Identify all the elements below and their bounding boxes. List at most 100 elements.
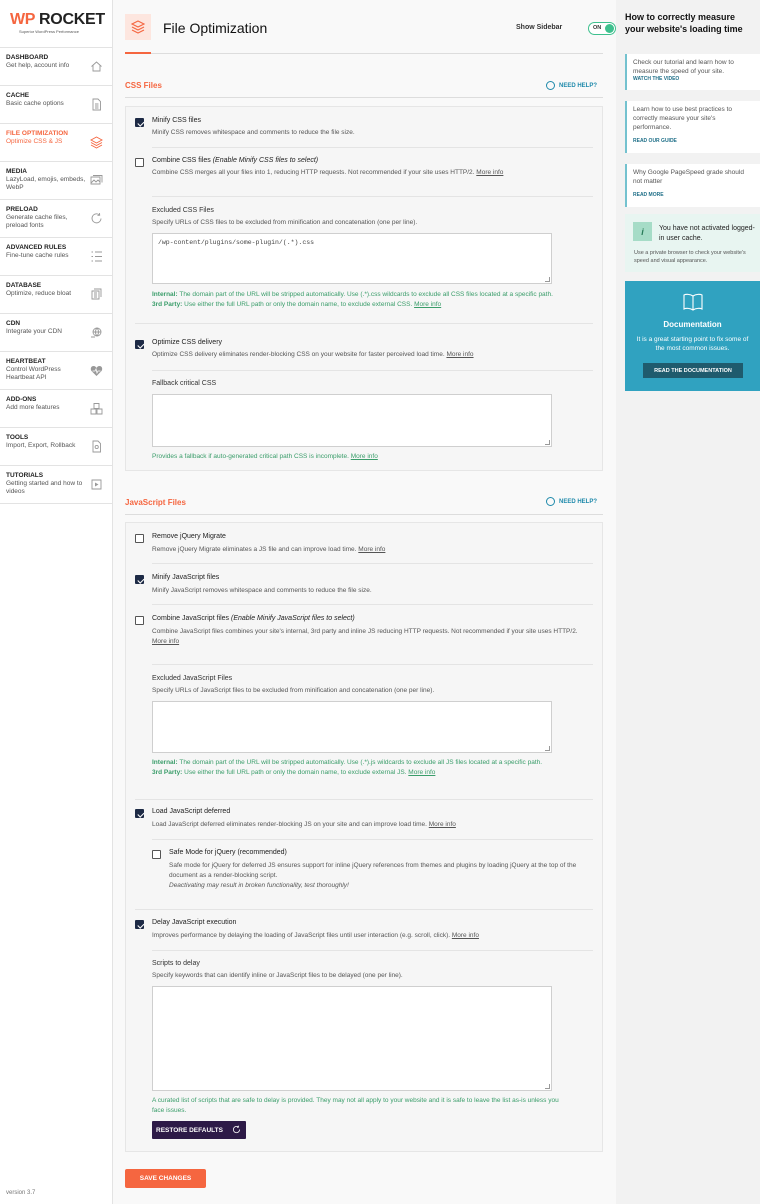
resize-handle[interactable] — [545, 277, 550, 282]
defer-js-desc: Load JavaScript deferred eliminates rend… — [152, 820, 592, 830]
sidebar-item-subtitle: Add more features — [6, 404, 60, 411]
sidebar: WP ROCKET Superior WordPress Performance… — [0, 0, 113, 1204]
defer-js-checkbox[interactable] — [135, 809, 144, 818]
excluded-js-more-info[interactable]: More info — [408, 769, 435, 776]
sidebar-item-dashboard[interactable]: DASHBOARD Get help, account info — [0, 48, 112, 86]
restore-defaults-button[interactable]: RESTORE DEFAULTS — [152, 1121, 246, 1139]
js-need-help-link[interactable]: NEED HELP? — [546, 497, 597, 506]
sidebar-item-tools[interactable]: TOOLS Import, Export, Rollback — [0, 428, 112, 466]
safe-mode-checkbox[interactable] — [152, 850, 161, 859]
divider — [152, 604, 593, 605]
third-party-label: 3rd Party: — [152, 769, 183, 776]
css-need-help-link[interactable]: NEED HELP? — [546, 81, 597, 90]
read-guide-link[interactable]: READ OUR GUIDE — [633, 138, 754, 144]
resize-handle[interactable] — [545, 746, 550, 751]
remove-jquery-checkbox[interactable] — [135, 534, 144, 543]
minify-js-checkbox[interactable] — [135, 575, 144, 584]
resize-handle[interactable] — [545, 1084, 550, 1089]
delay-js-checkbox[interactable] — [135, 920, 144, 929]
defer-js-more-info[interactable]: More info — [429, 821, 456, 828]
info-icon: i — [633, 222, 652, 241]
addons-icon — [90, 403, 103, 415]
sidebar-item-database[interactable]: DATABASE Optimize, reduce bloat — [0, 276, 112, 314]
scripts-delay-note: A curated list of scripts that are safe … — [152, 1097, 559, 1114]
sidebar-item-media[interactable]: MEDIA LazyLoad, emojis, embeds, WebP — [0, 162, 112, 200]
help-sidebar: How to correctly measure your website's … — [616, 0, 760, 1204]
sidebar-item-subtitle: Fine-tune cache rules — [6, 252, 69, 259]
excluded-js-label: Excluded JavaScript Files — [152, 675, 233, 682]
fallback-more-info[interactable]: More info — [351, 453, 378, 460]
minify-css-checkbox[interactable] — [135, 118, 144, 127]
combine-js-label-hint: (Enable Minify JavaScript files to selec… — [230, 615, 355, 622]
nav-list: DASHBOARD Get help, account info CACHE Basi… — [0, 48, 112, 504]
delay-js-more-info[interactable]: More info — [452, 932, 479, 939]
logged-in-cache-notice: i You have not activated logged-in user … — [625, 214, 760, 272]
read-documentation-button[interactable]: READ THE DOCUMENTATION — [643, 363, 743, 378]
combine-css-label-text: Combine CSS files — [152, 157, 213, 164]
sidebar-item-file-optimization[interactable]: FILE OPTIMIZATION Optimize CSS & JS — [0, 124, 112, 162]
combine-js-checkbox[interactable] — [135, 616, 144, 625]
database-icon — [91, 288, 102, 300]
toggle-state: ON — [593, 25, 602, 31]
help-card-pagespeed: Why Google PageSpeed grade should not ma… — [625, 164, 760, 207]
resize-handle[interactable] — [545, 440, 550, 445]
cdn-icon — [91, 327, 102, 338]
minify-js-label: Minify JavaScript files — [152, 574, 220, 581]
main-content: File Optimization Show Sidebar ON CSS Fi… — [113, 0, 616, 1204]
scripts-delay-label: Scripts to delay — [152, 960, 200, 967]
sidebar-item-subtitle: Integrate your CDN — [6, 328, 62, 335]
internal-note: The domain part of the URL will be strip… — [177, 759, 543, 766]
combine-css-more-info[interactable]: More info — [476, 169, 503, 176]
sidebar-item-advanced-rules[interactable]: ADVANCED RULES Fine-tune cache rules — [0, 238, 112, 276]
logo-rocket: ROCKET — [39, 11, 105, 28]
restore-defaults-label: RESTORE DEFAULTS — [156, 1126, 223, 1134]
page-title: File Optimization — [163, 20, 268, 36]
sidebar-item-add-ons[interactable]: ADD-ONS Add more features — [0, 390, 112, 428]
sidebar-item-cdn[interactable]: CDN Integrate your CDN — [0, 314, 112, 352]
combine-css-label: Combine CSS files (Enable Minify CSS fil… — [152, 157, 318, 164]
excluded-css-more-info[interactable]: More info — [414, 301, 441, 308]
show-sidebar-label: Show Sidebar — [516, 24, 563, 31]
home-icon — [91, 61, 102, 72]
scripts-delay-textarea[interactable] — [152, 986, 552, 1091]
read-more-link[interactable]: READ MORE — [633, 192, 754, 198]
sidebar-item-cache[interactable]: CACHE Basic cache options — [0, 86, 112, 124]
optimize-css-checkbox[interactable] — [135, 340, 144, 349]
version-label: version 3.7 — [6, 1190, 36, 1196]
combine-js-more-info[interactable]: More info — [152, 638, 179, 645]
sidebar-item-tutorials[interactable]: TUTORIALS Getting started and how to vide… — [0, 466, 112, 504]
fallback-note-text: Provides a fallback if auto-generated cr… — [152, 453, 351, 460]
help-icon — [546, 81, 555, 90]
sidebar-item-preload[interactable]: PRELOAD Generate cache files, preload fon… — [0, 200, 112, 238]
third-party-label: 3rd Party: — [152, 301, 183, 308]
minify-css-desc: Minify CSS removes whitespace and commen… — [152, 129, 355, 136]
excluded-css-textarea[interactable]: /wp-content/plugins/some-plugin/(.*).css — [152, 233, 552, 284]
js-section-title: JavaScript Files — [125, 498, 186, 507]
sidebar-item-heartbeat[interactable]: HEARTBEAT Control WordPress Heartbeat API — [0, 352, 112, 390]
save-changes-button[interactable]: SAVE CHANGES — [125, 1169, 206, 1188]
delay-js-desc-text: Improves performance by delaying the loa… — [152, 932, 452, 939]
fallback-css-textarea[interactable] — [152, 394, 552, 447]
refresh-icon — [232, 1125, 241, 1134]
combine-css-desc: Combine CSS merges all your files into 1… — [152, 168, 592, 178]
excluded-js-textarea[interactable] — [152, 701, 552, 753]
divider — [152, 950, 593, 951]
excluded-js-note: Internal: The domain part of the URL wil… — [152, 758, 562, 778]
watch-video-link[interactable]: WATCH THE VIDEO — [633, 76, 754, 82]
list-icon — [91, 251, 102, 262]
combine-js-desc-text: Combine JavaScript files combines your s… — [152, 628, 578, 635]
file-icon — [92, 98, 101, 111]
remove-jquery-more-info[interactable]: More info — [358, 546, 385, 553]
show-sidebar-toggle[interactable]: ON — [588, 22, 616, 35]
heartbeat-icon — [90, 366, 103, 376]
sidebar-item-subtitle: Import, Export, Rollback — [6, 442, 76, 449]
remove-jquery-desc: Remove jQuery Migrate eliminates a JS fi… — [152, 545, 592, 555]
excluded-css-note: Internal: The domain part of the URL wil… — [152, 290, 562, 310]
excluded-js-desc: Specify URLs of JavaScript files to be e… — [152, 687, 435, 694]
optimize-css-more-info[interactable]: More info — [446, 351, 473, 358]
need-help-label: NEED HELP? — [559, 498, 598, 505]
refresh-icon — [91, 212, 102, 224]
scripts-delay-desc: Specify keywords that can identify inlin… — [152, 972, 403, 979]
combine-css-checkbox[interactable] — [135, 158, 144, 167]
wp-rocket-logo[interactable]: WP ROCKET Superior WordPress Performance — [0, 0, 112, 48]
